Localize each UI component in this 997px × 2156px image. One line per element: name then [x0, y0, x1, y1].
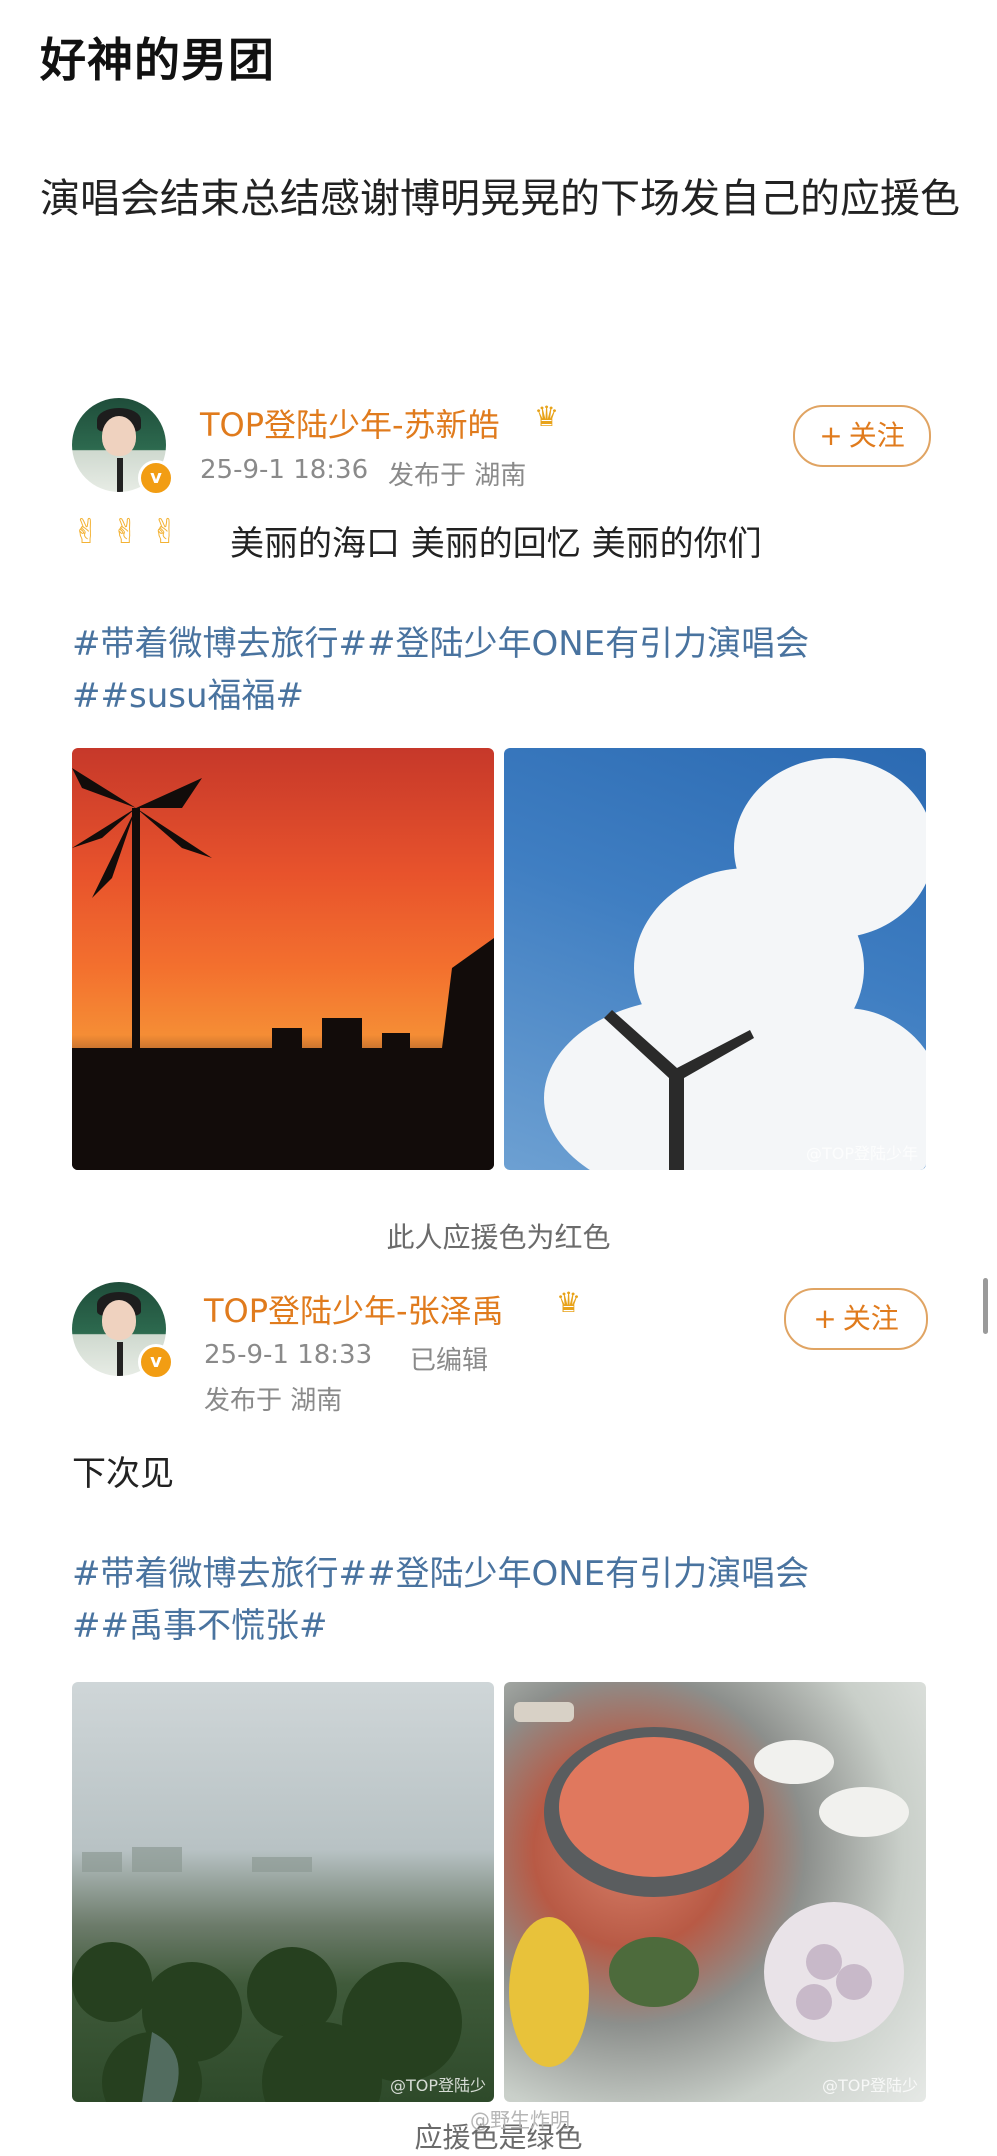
- sunset-palm-photo[interactable]: [72, 748, 494, 1170]
- crown-icon: ♛: [534, 400, 560, 433]
- post-location: 发布于 湖南: [388, 461, 527, 491]
- caption-text: 此人应援色为红色: [386, 1221, 611, 1254]
- victory-hand-icon: ✌ ✌ ✌: [72, 512, 180, 552]
- follow-button[interactable]: + 关注: [793, 405, 931, 467]
- post-time: 25-9-1 18:33: [204, 1340, 373, 1370]
- follow-label: 关注: [842, 1302, 899, 1335]
- post-text: 美丽的海口 美丽的回忆 美丽的你们: [230, 524, 762, 564]
- blue-sky-cloud-photo[interactable]: @TOP登陆少年: [504, 748, 926, 1170]
- hashtag-line[interactable]: ##禹事不慌张#: [72, 1600, 972, 1652]
- follow-button[interactable]: + 关注: [784, 1288, 928, 1350]
- edited-label: 已编辑: [410, 1346, 489, 1376]
- hotpot-table-photo[interactable]: @TOP登陆少: [504, 1682, 926, 2102]
- page-title: 好神的男团: [40, 33, 275, 87]
- hashtag-links[interactable]: #带着微博去旅行##登陆少年ONE有引力演唱会 ##susu福福#: [72, 618, 952, 722]
- post-body-text: 演唱会结束总结感谢博明晃晃的下场发自己的应援色: [40, 176, 960, 222]
- crown-icon: ♛: [556, 1286, 582, 1319]
- post-location: 发布于 湖南: [204, 1386, 343, 1416]
- hashtag-links[interactable]: #带着微博去旅行##登陆少年ONE有引力演唱会 ##禹事不慌张#: [72, 1548, 972, 1652]
- plus-icon: +: [813, 1302, 837, 1335]
- follow-label: 关注: [848, 419, 905, 452]
- green-landscape-photo[interactable]: @TOP登陆少: [72, 1682, 494, 2102]
- post-text: 下次见: [72, 1454, 174, 1494]
- photo-watermark: @TOP登陆少: [389, 2076, 486, 2095]
- poster-name[interactable]: TOP登陆少年-张泽禹: [204, 1286, 504, 1332]
- verified-badge-icon: v: [138, 1344, 174, 1380]
- poster-name[interactable]: TOP登陆少年-苏新皓: [200, 400, 500, 446]
- verified-badge-icon: v: [138, 460, 174, 496]
- weibo-watermark: @野生炸明: [470, 2108, 570, 2132]
- photo-watermark: @TOP登陆少: [821, 2076, 918, 2095]
- scrollbar-thumb[interactable]: [983, 1278, 988, 1334]
- post-time: 25-9-1 18:36: [200, 455, 369, 485]
- hashtag-line[interactable]: #带着微博去旅行##登陆少年ONE有引力演唱会: [72, 618, 952, 670]
- hashtag-line[interactable]: #带着微博去旅行##登陆少年ONE有引力演唱会: [72, 1548, 972, 1600]
- photo-watermark: @TOP登陆少年: [805, 1144, 918, 1163]
- plus-icon: +: [819, 419, 843, 452]
- hashtag-line[interactable]: ##susu福福#: [72, 670, 952, 722]
